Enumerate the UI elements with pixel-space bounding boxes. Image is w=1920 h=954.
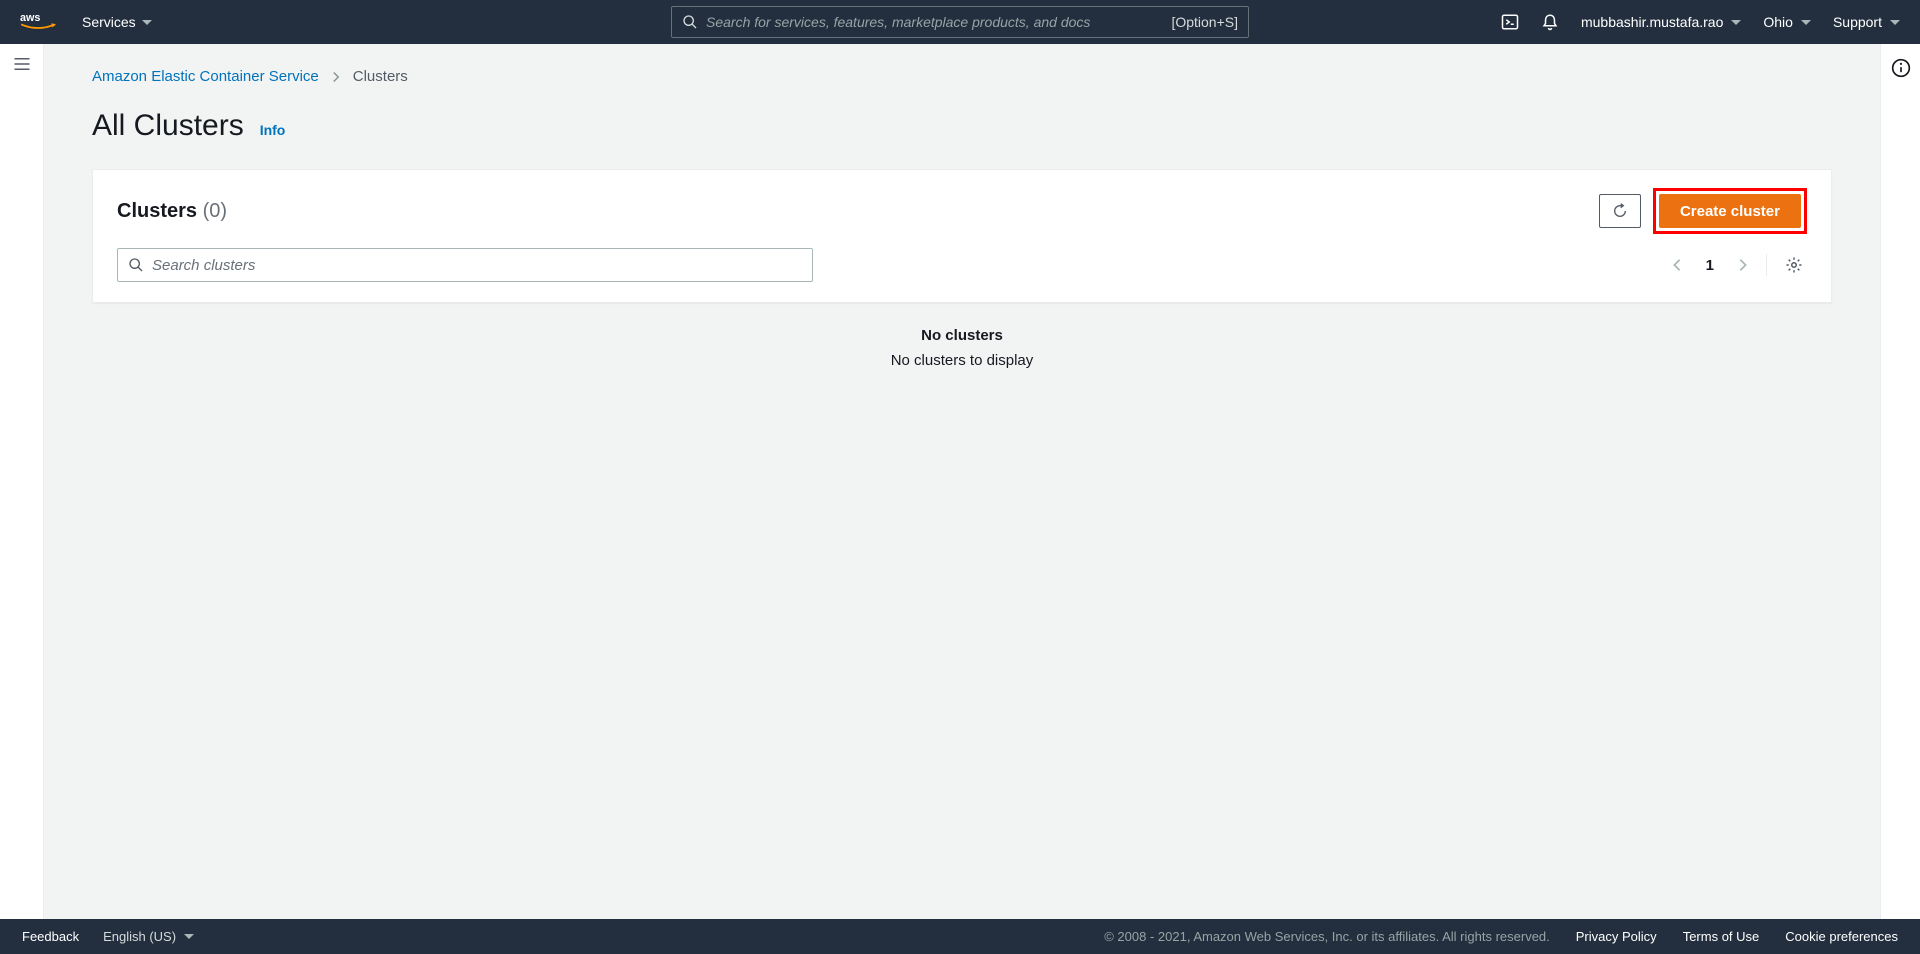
account-dropdown[interactable]: mubbashir.mustafa.rao <box>1581 14 1741 30</box>
breadcrumb: Amazon Elastic Container Service Cluster… <box>92 68 1832 85</box>
username-label: mubbashir.mustafa.rao <box>1581 14 1723 30</box>
svg-text:aws: aws <box>20 12 40 24</box>
page-title: All Clusters <box>92 109 244 143</box>
divider <box>1766 254 1767 276</box>
card-count: (0) <box>203 200 227 222</box>
caret-down-icon <box>142 20 152 25</box>
cloudshell-icon[interactable] <box>1501 13 1519 31</box>
page-number: 1 <box>1700 257 1720 274</box>
main-content: Amazon Elastic Container Service Cluster… <box>44 44 1880 919</box>
cluster-search-input[interactable] <box>152 257 802 274</box>
caret-down-icon <box>1731 20 1741 25</box>
services-dropdown[interactable]: Services <box>82 14 152 30</box>
table-settings-button[interactable] <box>1781 252 1807 278</box>
caret-down-icon <box>184 934 194 939</box>
language-label: English (US) <box>103 929 176 944</box>
create-cluster-button[interactable]: Create cluster <box>1659 194 1801 228</box>
search-shortcut-label: [Option+S] <box>1171 14 1238 30</box>
region-dropdown[interactable]: Ohio <box>1763 14 1811 30</box>
page-next-button[interactable] <box>1734 254 1752 276</box>
page-prev-button[interactable] <box>1668 254 1686 276</box>
gear-icon <box>1785 256 1803 274</box>
support-label: Support <box>1833 14 1882 30</box>
chevron-right-icon <box>331 71 341 83</box>
chevron-right-icon <box>1738 258 1748 272</box>
support-dropdown[interactable]: Support <box>1833 14 1900 30</box>
language-dropdown[interactable]: English (US) <box>103 929 194 944</box>
caret-down-icon <box>1801 20 1811 25</box>
region-label: Ohio <box>1763 14 1793 30</box>
caret-down-icon <box>1890 20 1900 25</box>
top-nav: aws Services [Option+S] mubbashir.mustaf… <box>0 0 1920 44</box>
breadcrumb-current: Clusters <box>353 68 408 85</box>
empty-state: No clusters No clusters to display <box>92 303 1832 381</box>
terms-link[interactable]: Terms of Use <box>1683 929 1760 944</box>
right-help-rail <box>1880 44 1920 919</box>
empty-heading: No clusters <box>92 327 1832 344</box>
cluster-search[interactable] <box>117 248 813 282</box>
aws-logo[interactable]: aws <box>20 11 56 33</box>
global-search[interactable]: [Option+S] <box>671 6 1249 38</box>
info-circle-icon <box>1891 58 1911 78</box>
card-title-text: Clusters <box>117 200 197 222</box>
info-link[interactable]: Info <box>260 122 286 138</box>
annotation-highlight: Create cluster <box>1653 188 1807 234</box>
copyright-text: © 2008 - 2021, Amazon Web Services, Inc.… <box>1104 929 1550 944</box>
left-sidebar-toggle-rail <box>0 44 44 919</box>
card-title: Clusters (0) <box>117 200 227 223</box>
chevron-left-icon <box>1672 258 1682 272</box>
empty-sub: No clusters to display <box>92 352 1832 369</box>
privacy-link[interactable]: Privacy Policy <box>1576 929 1657 944</box>
pagination: 1 <box>1668 252 1807 278</box>
refresh-button[interactable] <box>1599 194 1641 228</box>
footer: Feedback English (US) © 2008 - 2021, Ama… <box>0 919 1920 954</box>
services-label: Services <box>82 14 136 30</box>
refresh-icon <box>1612 203 1628 219</box>
notifications-icon[interactable] <box>1541 13 1559 31</box>
search-icon <box>128 257 144 273</box>
search-icon <box>682 14 698 30</box>
info-panel-toggle[interactable] <box>1891 58 1911 78</box>
clusters-card: Clusters (0) Create cluster <box>92 169 1832 303</box>
hamburger-icon[interactable] <box>13 56 31 72</box>
global-search-input[interactable] <box>706 14 1171 30</box>
cookie-preferences-link[interactable]: Cookie preferences <box>1785 929 1898 944</box>
feedback-link[interactable]: Feedback <box>22 929 79 944</box>
breadcrumb-root-link[interactable]: Amazon Elastic Container Service <box>92 68 319 85</box>
